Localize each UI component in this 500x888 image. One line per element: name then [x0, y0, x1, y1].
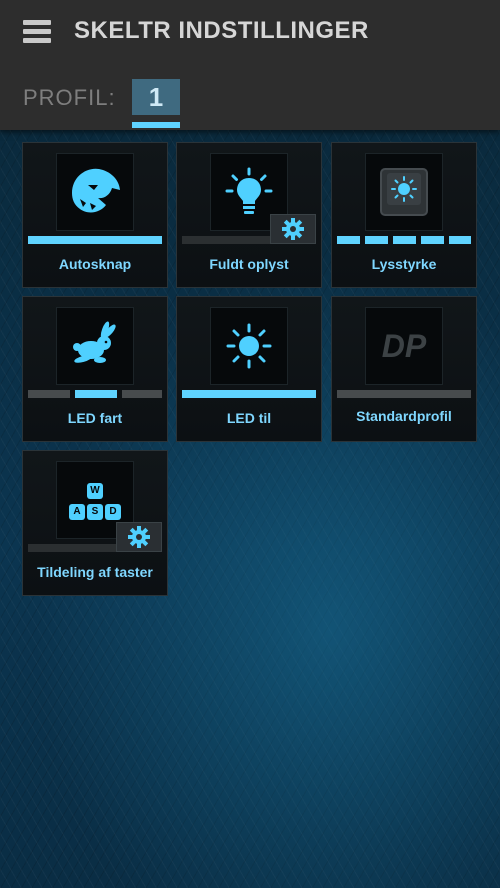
page-title: SKELTR INDSTILLINGER	[74, 17, 369, 44]
tile-label: Fuldt oplyst	[209, 256, 289, 272]
level-segment	[122, 390, 162, 398]
tile-label: Lysstyrke	[371, 256, 437, 272]
icon-box: DP	[365, 307, 443, 385]
level-bar	[337, 390, 471, 398]
lightbulb-icon	[225, 167, 273, 214]
tile-label: LED til	[226, 410, 272, 426]
tile-autosknap[interactable]: Autosknap	[22, 142, 168, 288]
tile-led-til[interactable]: LED til	[176, 296, 322, 442]
gear-icon	[282, 218, 304, 240]
profile-label: PROFIL:	[23, 85, 116, 110]
level-segment	[449, 236, 471, 244]
tile-tildeling-af-taster[interactable]: W ASD Tildeling af taster	[22, 450, 168, 596]
level-segment	[337, 236, 360, 244]
tile-label: Tildeling af taster	[37, 564, 153, 580]
level-segment	[393, 236, 416, 244]
brightness-key-icon	[380, 168, 428, 216]
gear-icon	[128, 526, 150, 548]
key-w: W	[87, 483, 103, 499]
icon-box	[365, 153, 443, 231]
tile-label: Standardprofil	[356, 408, 452, 424]
sun-icon	[226, 323, 272, 369]
level-segment	[75, 390, 117, 398]
level-segment	[421, 236, 444, 244]
tile-led-fart[interactable]: LED fart	[22, 296, 168, 442]
level-bar	[28, 236, 162, 244]
rabbit-icon	[73, 321, 116, 363]
settings-button[interactable]	[116, 522, 162, 552]
level-segment	[28, 390, 70, 398]
icon-box	[56, 153, 134, 231]
icon-box	[56, 307, 134, 385]
tile-label: LED fart	[67, 410, 123, 426]
settings-button[interactable]	[270, 214, 316, 244]
wasd-keys-icon: W ASD	[68, 480, 122, 520]
tab-profile-1[interactable]: 1	[132, 79, 180, 115]
key-s: S	[87, 504, 103, 520]
level-bar	[182, 390, 316, 398]
tile-lysstyrke[interactable]: Lysstyrke	[331, 142, 477, 288]
menu-icon[interactable]	[23, 20, 51, 44]
tile-label: Autosknap	[58, 256, 132, 272]
key-a: A	[69, 504, 85, 520]
active-tab-indicator	[132, 122, 180, 128]
level-segment	[365, 236, 388, 244]
tile-standardprofil[interactable]: DP Standardprofil	[331, 296, 477, 442]
icon-box	[210, 307, 288, 385]
dp-logo-icon: DP	[381, 327, 427, 364]
key-d: D	[105, 504, 121, 520]
roccat-panther-icon	[72, 168, 120, 213]
tile-fuldt-oplyst[interactable]: Fuldt oplyst	[176, 142, 322, 288]
app-header: SKELTR INDSTILLINGER PROFIL: 1	[0, 0, 500, 130]
